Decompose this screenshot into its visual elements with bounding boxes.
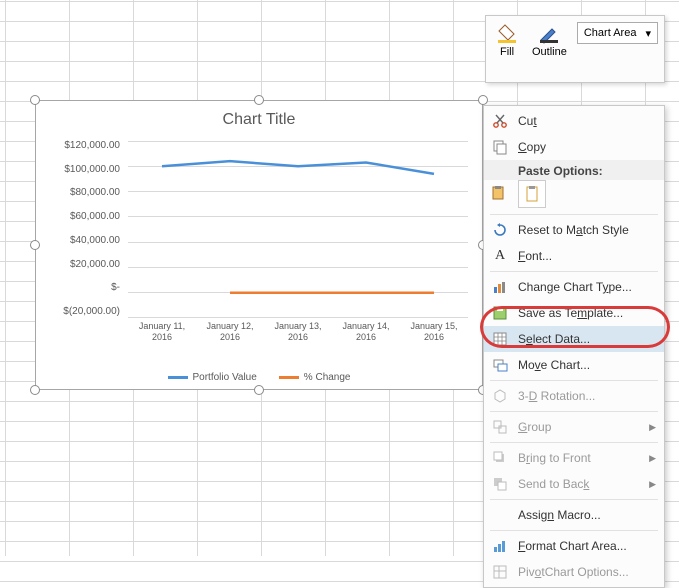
menu-label: Assign Macro... [518,508,601,522]
menu-label: Move Chart... [518,358,590,372]
font-icon: A [490,246,510,266]
submenu-arrow-icon: ▶ [649,422,656,433]
outline-button[interactable]: Outline [528,20,571,60]
menu-change-chart-type[interactable]: Change Chart Type... [484,274,664,300]
menu-select-data[interactable]: Select Data... [484,326,664,352]
menu-font[interactable]: A Font... [484,243,664,269]
menu-separator [490,411,658,412]
menu-label: 3-D Rotation... [518,389,595,403]
send-back-icon [490,474,510,494]
menu-label: Change Chart Type... [518,280,632,294]
paste-icon [490,185,510,204]
legend-swatch [168,376,188,379]
menu-label: Send to Back [518,477,589,491]
menu-label: Font... [518,249,552,263]
menu-label: Cut [518,114,537,128]
context-menu: Cut Copy Paste Options: Reset to Match S… [483,105,665,588]
menu-label: Save as Template... [518,306,623,320]
legend-swatch [279,376,299,379]
menu-label: PivotChart Options... [518,565,629,579]
fill-label: Fill [500,46,514,58]
menu-label: Select Data... [518,332,590,346]
resize-handle[interactable] [30,95,40,105]
save-template-icon [490,303,510,323]
resize-handle[interactable] [254,385,264,395]
menu-reset-style[interactable]: Reset to Match Style [484,217,664,243]
paste-option-button[interactable] [518,180,546,208]
menu-save-template[interactable]: Save as Template... [484,300,664,326]
chart-element-selector[interactable]: Chart Area ▾ [577,22,658,44]
menu-label: Reset to Match Style [518,223,629,237]
menu-format-chart-area[interactable]: Format Chart Area... [484,533,664,559]
resize-handle[interactable] [30,385,40,395]
menu-separator [490,442,658,443]
menu-assign-macro[interactable]: Assign Macro... [484,502,664,528]
menu-separator [490,499,658,500]
menu-label: Copy [518,140,546,154]
macro-icon [490,505,510,525]
cut-icon [490,111,510,131]
plot-area[interactable]: $120,000.00$100,000.00$80,000.00$60,000.… [46,141,472,345]
rotation-icon [490,386,510,406]
chart-object[interactable]: Chart Title $120,000.00$100,000.00$80,00… [35,100,483,390]
resize-handle[interactable] [30,240,40,250]
legend-item-portfolio[interactable]: Portfolio Value [168,372,257,383]
legend-label: Portfolio Value [193,372,257,383]
group-icon [490,417,510,437]
menu-bring-front: Bring to Front ▶ [484,445,664,471]
menu-group: Group ▶ [484,414,664,440]
pivot-icon [490,562,510,582]
menu-3d-rotation: 3-D Rotation... [484,383,664,409]
menu-label: Format Chart Area... [518,539,627,553]
submenu-arrow-icon: ▶ [649,479,656,490]
outline-label: Outline [532,46,567,58]
menu-cut[interactable]: Cut [484,108,664,134]
chart-type-icon [490,277,510,297]
format-area-icon [490,536,510,556]
selector-value: Chart Area [584,27,637,39]
copy-icon [490,137,510,157]
menu-pivotchart-options: PivotChart Options... [484,559,664,585]
menu-label: Bring to Front [518,451,591,465]
resize-handle[interactable] [478,95,488,105]
legend-item-pctchange[interactable]: % Change [279,372,351,383]
menu-move-chart[interactable]: Move Chart... [484,352,664,378]
menu-separator [490,271,658,272]
menu-separator [490,380,658,381]
menu-separator [490,530,658,531]
chart-lines [128,141,468,318]
x-axis-labels: January 11,2016January 12,2016January 13… [128,321,468,351]
menu-send-back: Send to Back ▶ [484,471,664,497]
move-chart-icon [490,355,510,375]
select-data-icon [490,329,510,349]
legend-label: % Change [304,372,351,383]
y-axis-labels: $120,000.00$100,000.00$80,000.00$60,000.… [46,141,124,317]
chevron-down-icon: ▾ [645,27,651,40]
menu-copy[interactable]: Copy [484,134,664,160]
mini-toolbar: Fill Outline Chart Area ▾ [485,15,665,83]
resize-handle[interactable] [254,95,264,105]
chart-title[interactable]: Chart Title [36,101,482,135]
menu-label: Group [518,420,551,434]
submenu-arrow-icon: ▶ [649,453,656,464]
menu-separator [490,214,658,215]
legend[interactable]: Portfolio Value % Change [36,372,482,383]
fill-button[interactable]: Fill [492,20,522,60]
bring-front-icon [490,448,510,468]
reset-icon [490,220,510,240]
paste-options-header: Paste Options: [484,160,664,180]
